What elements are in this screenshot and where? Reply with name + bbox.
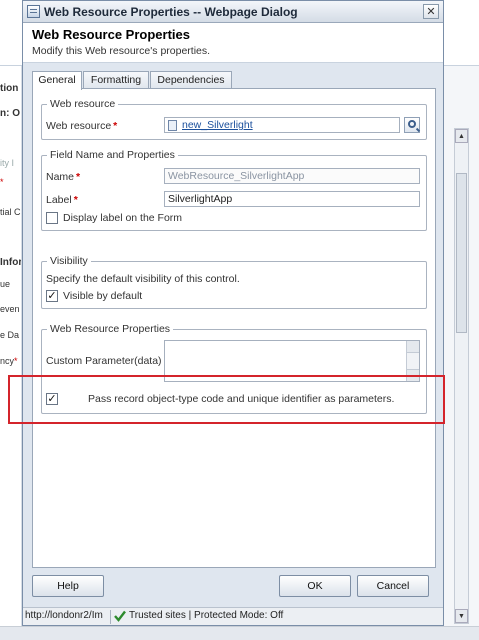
bg-fragment: Infor [0,257,22,268]
fieldset-legend: Web Resource Properties [47,323,174,335]
web-resource-label: Web resource * [46,120,118,132]
label-label: Label * [46,194,78,206]
help-button[interactable]: Help [32,575,104,597]
web-resource-properties-dialog: Web Resource Properties -- Webpage Dialo… [22,0,444,626]
fieldset-field-name-properties: Field Name and Properties Name * WebResou… [41,149,427,231]
bg-fragment: ity I [0,158,15,168]
tab-content-general: Web resource Web resource * new_Silverlig… [32,88,436,568]
fieldset-legend: Visibility [47,255,91,267]
bg-fragment: ncy [0,356,15,366]
background-bottom-strip [0,626,479,640]
name-label: Name * [46,171,81,183]
web-resource-link[interactable]: new_Silverlight [182,119,253,131]
dialog-title-bar[interactable]: Web Resource Properties -- Webpage Dialo… [23,1,443,23]
display-label-text: Display label on the Form [63,212,183,224]
display-label-checkbox[interactable] [46,212,58,224]
bg-fragment: tion [0,83,19,94]
status-bar: http://londonr2/Im Trusted sites | Prote… [23,607,443,625]
close-icon: ✕ [426,6,436,18]
web-resource-file-icon [168,120,177,131]
close-button[interactable]: ✕ [423,4,439,19]
trusted-check-icon [114,610,126,622]
web-resource-lookup-field[interactable]: new_Silverlight [164,117,400,133]
label-field[interactable]: SilverlightApp [164,191,420,207]
name-field: WebResource_SilverlightApp [164,168,420,184]
textarea-scroll-up-icon[interactable] [407,341,419,353]
bg-fragment: tial C [0,207,21,217]
ok-button[interactable]: OK [279,575,351,597]
fieldset-legend: Field Name and Properties [47,149,178,161]
status-url: http://londonr2/Im [25,610,111,624]
lookup-search-button[interactable] [404,117,420,133]
visible-by-default-text: Visible by default [63,290,143,302]
bg-fragment: n: O [0,108,20,119]
fieldset-visibility: Visibility Specify the default visibilit… [41,255,427,309]
visible-by-default-checkbox[interactable]: ✓ [46,290,58,302]
scroll-down-icon[interactable]: ▼ [455,609,468,623]
header-subtitle: Modify this Web resource's properties. [32,45,211,57]
dialog-header: Web Resource Properties Modify this Web … [23,23,443,63]
webpage-dialog-icon [27,5,40,18]
bg-fragment: * [0,177,4,187]
bg-fragment: even [0,304,20,314]
highlight-annotation [8,375,445,424]
scroll-up-icon[interactable]: ▲ [455,129,468,143]
fieldset-web-resource: Web resource Web resource * new_Silverlig… [41,98,427,140]
tab-dependencies[interactable]: Dependencies [150,71,232,89]
visibility-description: Specify the default visibility of this c… [46,273,240,285]
background-scrollbar[interactable]: ▲ ▼ [454,128,469,624]
tab-general[interactable]: General [32,71,82,90]
custom-parameter-label: Custom Parameter(data) [46,355,162,367]
header-title: Web Resource Properties [32,27,190,42]
tab-formatting[interactable]: Formatting [83,71,149,89]
background-form-column: tion n: O ity I * tial C Infor ue even e… [0,66,22,626]
scroll-thumb[interactable] [456,173,467,333]
bg-fragment: ue [0,279,11,289]
fieldset-legend: Web resource [47,98,119,110]
bg-fragment: e Da [0,330,20,340]
status-zone: Trusted sites | Protected Mode: Off [129,610,284,621]
dialog-button-bar: Help OK Cancel [23,575,443,605]
lookup-search-icon [408,120,416,128]
dialog-title: Web Resource Properties -- Webpage Dialo… [44,5,298,19]
bg-fragment: * [14,356,18,366]
cancel-button[interactable]: Cancel [357,575,429,597]
